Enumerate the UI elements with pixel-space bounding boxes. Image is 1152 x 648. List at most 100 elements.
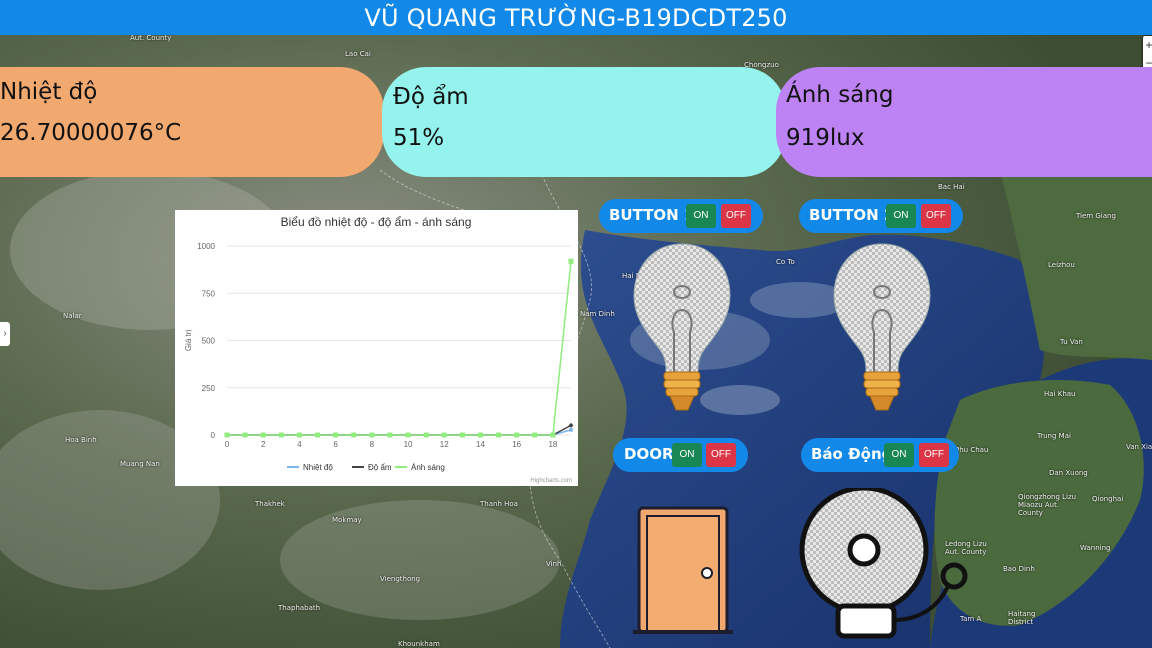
- map-label: Trung Mai: [1037, 432, 1071, 440]
- x-tick-label: 10: [404, 440, 413, 449]
- data-point: [514, 432, 520, 438]
- map-label: Lao Cai: [345, 50, 371, 58]
- temperature-value: 26.70000076°C: [0, 120, 182, 146]
- map-label: Aut. County: [130, 34, 172, 42]
- button1-label: BUTTON 1: [609, 206, 695, 224]
- y-tick-label: 750: [202, 289, 216, 298]
- door-icon: [633, 505, 733, 635]
- map-label: Nam Dinh: [580, 310, 615, 318]
- map-label: Thanh Hoa: [480, 500, 518, 508]
- data-point: [550, 432, 556, 438]
- x-tick-label: 18: [548, 440, 557, 449]
- temperature-label: Nhiệt độ: [0, 79, 98, 105]
- door-label: DOOR: [624, 445, 674, 463]
- map-label: Wanning: [1080, 544, 1111, 552]
- map-label: Nalar: [63, 312, 82, 320]
- legend-item: Độ ẩm: [368, 463, 392, 472]
- map-label: Dan Xuong: [1049, 469, 1088, 477]
- y-tick-label: 0: [211, 431, 216, 440]
- humidity-card: Độ ẩm 51%: [382, 67, 786, 177]
- map-label: Bac Hai: [938, 183, 965, 191]
- data-point: [532, 432, 538, 438]
- legend-item: Nhiệt độ: [303, 463, 333, 472]
- light-card: Ánh sáng 919lux: [776, 67, 1152, 177]
- data-point: [224, 432, 230, 438]
- data-point: [387, 432, 393, 438]
- map-label: Tu Van: [1060, 338, 1083, 346]
- page-title: VŨ QUANG TRƯỜNG-B19DCDT250: [0, 0, 1152, 35]
- x-tick-label: 0: [225, 440, 230, 449]
- alarm-off-button[interactable]: OFF: [919, 443, 949, 467]
- humidity-value: 51%: [393, 125, 445, 151]
- data-point: [278, 432, 284, 438]
- map-label: Qionghai: [1092, 495, 1124, 503]
- x-tick-label: 8: [370, 440, 375, 449]
- data-point: [459, 432, 465, 438]
- button1-on-button[interactable]: ON: [686, 204, 716, 228]
- data-point: [315, 432, 321, 438]
- series-line: [227, 261, 572, 436]
- button2-off-button[interactable]: OFF: [921, 204, 951, 228]
- data-point: [423, 432, 429, 438]
- light-label: Ánh sáng: [786, 82, 894, 108]
- chart-svg: Biểu đồ nhiệt độ - độ ẩm - ánh sáng 0 250 5…: [184, 215, 574, 484]
- sensor-chart[interactable]: Biểu đồ nhiệt độ - độ ẩm - ánh sáng 0 250 5…: [175, 210, 578, 486]
- data-point: [405, 432, 411, 438]
- y-tick-label: 500: [202, 337, 216, 346]
- x-tick-label: 6: [333, 440, 338, 449]
- door-on-button[interactable]: ON: [672, 443, 702, 467]
- map-label: Muang Nan: [120, 460, 160, 468]
- button2-label: BUTTON 2: [809, 206, 895, 224]
- data-point: [260, 432, 266, 438]
- map-label: Hoa Binh: [65, 436, 97, 444]
- door-control: DOOR ON OFF: [613, 438, 748, 472]
- data-point: [351, 432, 357, 438]
- map-label: Thakhek: [255, 500, 285, 508]
- data-point: [242, 432, 248, 438]
- map-label: Bao Dinh: [1003, 565, 1035, 573]
- x-tick-label: 4: [297, 440, 302, 449]
- x-tick-label: 12: [440, 440, 449, 449]
- button1-off-button[interactable]: OFF: [721, 204, 751, 228]
- map-label: Mokmay: [332, 516, 362, 524]
- map-label: Co To: [776, 258, 795, 266]
- button2-control: BUTTON 2 ON OFF: [799, 199, 963, 233]
- y-tick-label: 1000: [197, 242, 215, 251]
- x-tick-label: 2: [261, 440, 266, 449]
- map-label: Van Xia: [1126, 443, 1152, 451]
- map-side-toggle[interactable]: ›: [0, 322, 10, 346]
- y-axis-label: Giá trị: [184, 330, 193, 352]
- data-point: [568, 258, 574, 264]
- alarm-bell-icon: [798, 485, 970, 643]
- map-label: Hai Khau: [1044, 390, 1076, 398]
- map-label: Qiongzhong Lizu Miaozu Aut. County: [1018, 493, 1077, 517]
- data-point: [441, 432, 447, 438]
- alarm-control: Báo Động ON OFF: [801, 438, 959, 472]
- map-label: Tiem Giang: [1076, 212, 1116, 220]
- data-point: [569, 427, 573, 432]
- series-line: [227, 424, 572, 436]
- data-point: [496, 432, 502, 438]
- chart-title: Biểu đồ nhiệt độ - độ ẩm - ánh sáng: [281, 215, 472, 229]
- map-label: Leizhou: [1048, 261, 1075, 269]
- map-label: Vinh: [546, 560, 562, 568]
- y-tick-label: 250: [202, 384, 216, 393]
- button2-on-button[interactable]: ON: [886, 204, 916, 228]
- light-bulb-icon: [630, 240, 734, 420]
- map-label: Thaphabath: [278, 604, 321, 612]
- door-off-button[interactable]: OFF: [706, 443, 736, 467]
- light-bulb-icon: [830, 240, 934, 420]
- map-label: Phu Chau: [955, 446, 989, 454]
- map-label: Haitang District: [1008, 610, 1036, 626]
- map-label: Viengthong: [380, 575, 421, 583]
- x-tick-label: 16: [512, 440, 521, 449]
- chart-credit: Highcharts.com: [530, 478, 572, 484]
- x-tick-label: 14: [476, 440, 485, 449]
- humidity-label: Độ ẩm: [393, 84, 469, 110]
- alarm-label: Báo Động: [811, 445, 893, 463]
- temperature-card: Nhiệt độ 26.70000076°C: [0, 67, 384, 177]
- data-point: [296, 432, 302, 438]
- data-point: [369, 432, 375, 438]
- light-value: 919lux: [786, 125, 865, 151]
- alarm-on-button[interactable]: ON: [884, 443, 914, 467]
